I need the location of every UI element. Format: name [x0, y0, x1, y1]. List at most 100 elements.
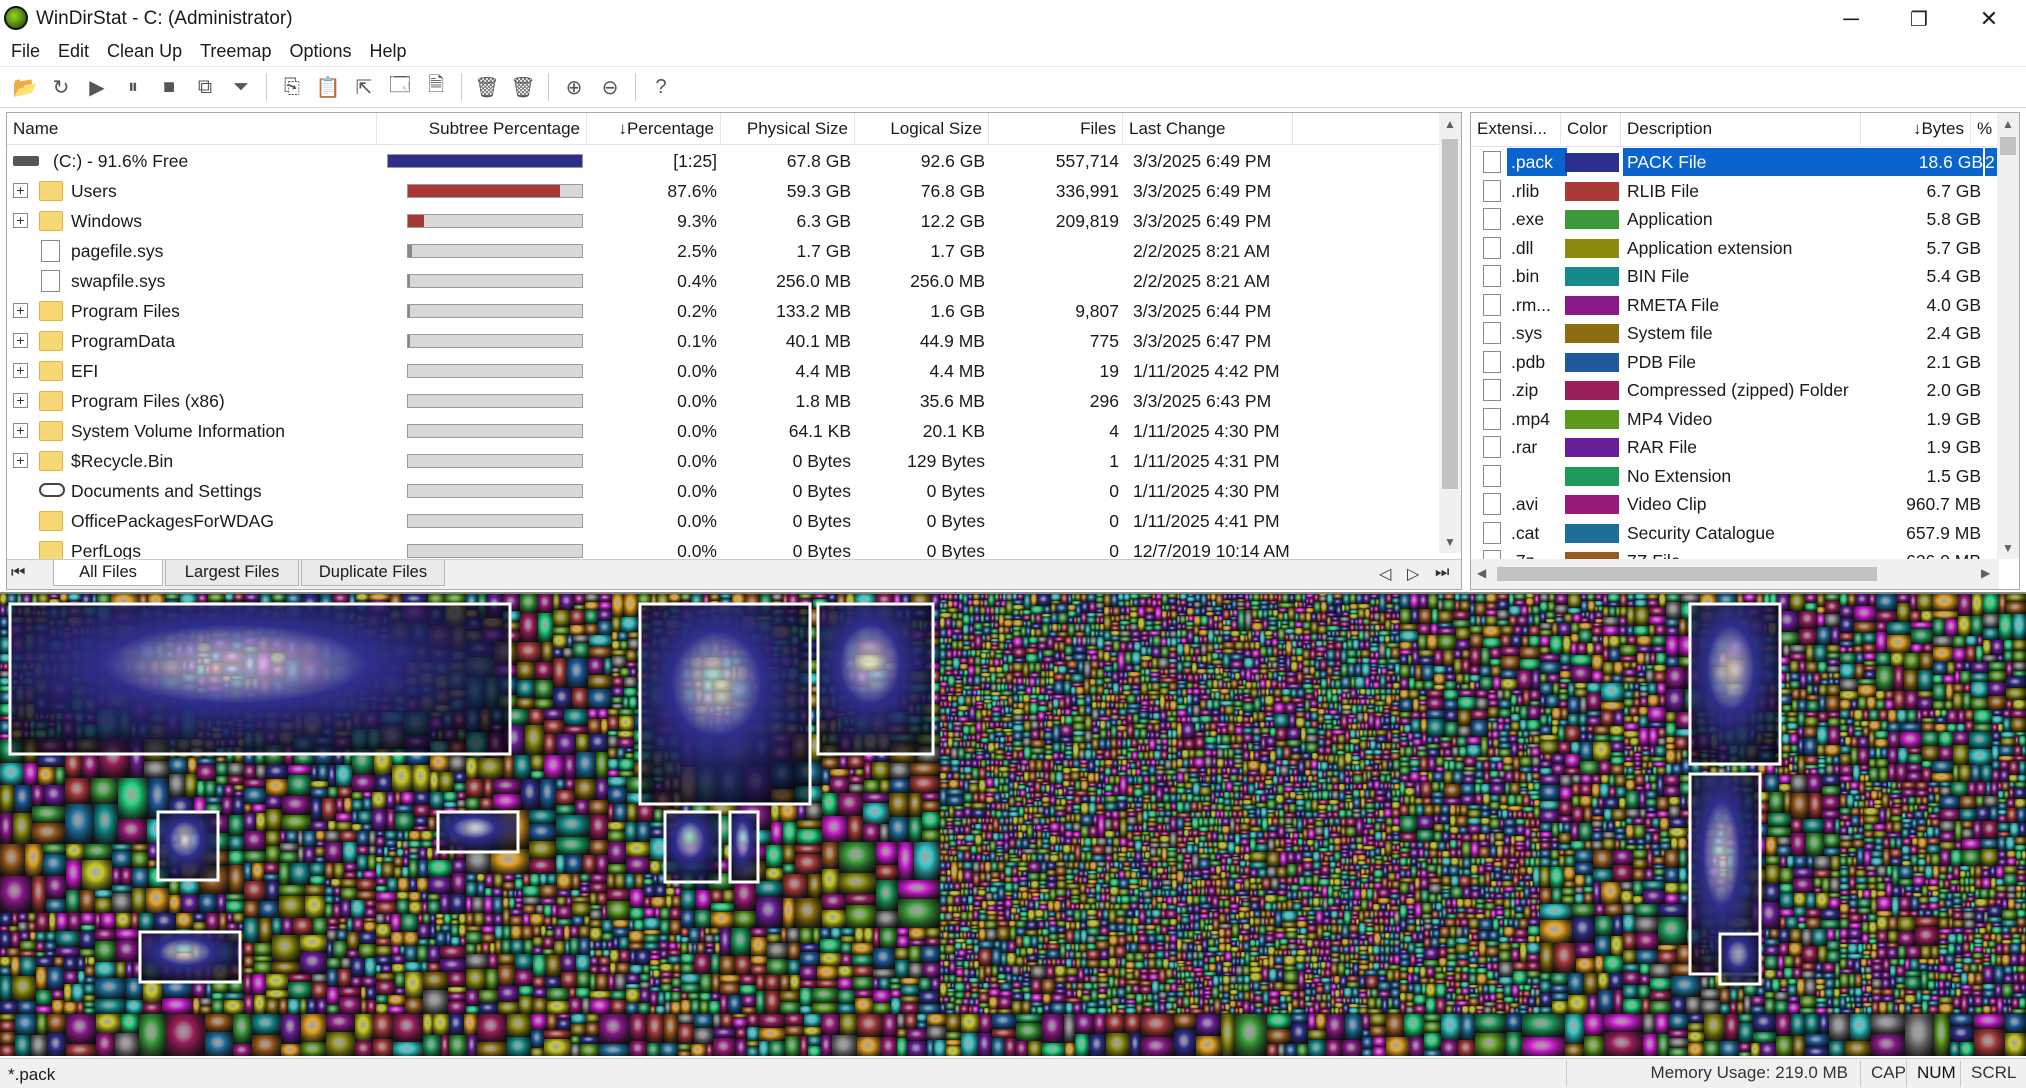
treemap-tile[interactable]	[1278, 644, 1283, 650]
treemap-tile[interactable]	[1018, 703, 1024, 709]
treemap-tile[interactable]	[1050, 889, 1056, 901]
treemap-tile[interactable]	[1113, 847, 1118, 853]
treemap-tile[interactable]	[948, 722, 953, 732]
treemap-tile[interactable]	[1017, 594, 1024, 600]
treemap-tile[interactable]	[960, 1005, 969, 1014]
treemap-tile[interactable]	[1031, 994, 1043, 1002]
treemap-tile[interactable]	[909, 928, 926, 940]
treemap-tile[interactable]	[960, 664, 968, 670]
treemap-tile[interactable]	[1115, 616, 1120, 622]
treemap-tile[interactable]	[386, 792, 395, 809]
treemap-tile[interactable]	[971, 650, 976, 657]
treemap-tile[interactable]	[517, 890, 523, 898]
treemap-tile[interactable]	[1073, 823, 1081, 832]
treemap-tile[interactable]	[310, 876, 325, 885]
treemap-tile[interactable]	[401, 792, 414, 805]
treemap-tile[interactable]	[618, 632, 628, 641]
treemap-tile[interactable]	[286, 831, 298, 843]
treemap-tile[interactable]	[334, 896, 341, 904]
treemap-tile[interactable]	[466, 874, 477, 882]
treemap-tile[interactable]	[1148, 935, 1156, 944]
treemap-tile[interactable]	[1055, 983, 1066, 989]
treemap-tile[interactable]	[1160, 675, 1169, 678]
treemap-tile[interactable]	[1040, 873, 1047, 881]
treemap-tile[interactable]	[1055, 966, 1066, 977]
treemap-tile[interactable]	[244, 594, 260, 602]
treemap-tile[interactable]	[976, 733, 981, 743]
treemap-tile[interactable]	[1111, 709, 1119, 715]
treemap-tile[interactable]	[960, 774, 965, 780]
treemap-tile[interactable]	[1199, 626, 1208, 630]
treemap-tile[interactable]	[1281, 621, 1289, 625]
treemap-tile[interactable]	[1172, 775, 1177, 781]
treemap-tile[interactable]	[1016, 936, 1023, 948]
treemap-tile[interactable]	[1092, 721, 1097, 727]
treemap-tile[interactable]	[363, 798, 372, 811]
treemap-tile[interactable]	[1203, 776, 1205, 783]
treemap-tile[interactable]	[1379, 643, 1386, 659]
extension-row[interactable]: .rlib RLIB File 6.7 GB	[1471, 177, 1999, 206]
treemap-tile[interactable]	[677, 943, 681, 950]
treemap-tile[interactable]	[1130, 594, 1139, 599]
treemap-tile[interactable]	[986, 772, 991, 778]
treemap-tile[interactable]	[1278, 650, 1283, 656]
treemap-tile[interactable]	[1092, 838, 1097, 846]
treemap-tile[interactable]	[1005, 736, 1008, 743]
treemap-tile[interactable]	[710, 928, 720, 935]
treemap-tile[interactable]	[1237, 599, 1245, 602]
treemap-tile[interactable]	[1223, 649, 1235, 654]
treemap-tile[interactable]	[376, 956, 392, 965]
treemap-tile[interactable]	[822, 816, 848, 842]
treemap-tile[interactable]	[1110, 868, 1119, 873]
treemap-tile[interactable]	[672, 978, 681, 988]
treemap-tile[interactable]	[1082, 990, 1091, 995]
treemap-tile[interactable]	[965, 748, 976, 753]
treemap-tile[interactable]	[1066, 922, 1070, 930]
treemap-tile[interactable]	[1095, 773, 1099, 783]
treemap-tile[interactable]	[1143, 822, 1147, 832]
treemap-tile[interactable]	[1028, 873, 1040, 881]
treemap-tile[interactable]	[964, 670, 968, 676]
treemap-tile[interactable]	[966, 950, 974, 954]
treemap-tile[interactable]	[1081, 930, 1087, 944]
treemap-tile[interactable]	[1075, 814, 1081, 823]
treemap-tile[interactable]	[910, 763, 940, 776]
treemap-tile[interactable]	[340, 831, 357, 842]
treemap-tile[interactable]	[1183, 662, 1192, 668]
treemap-tile[interactable]	[855, 928, 864, 943]
treemap-tile[interactable]	[1192, 656, 1197, 663]
treemap-tile[interactable]	[1150, 832, 1154, 838]
treemap-tile[interactable]	[956, 620, 963, 629]
treemap-tile[interactable]	[1363, 619, 1370, 625]
treemap-tile[interactable]	[644, 885, 655, 897]
treemap-tile[interactable]	[1380, 625, 1385, 631]
treemap-tile[interactable]	[1127, 803, 1131, 809]
treemap-tile[interactable]	[967, 921, 971, 927]
treemap-tile[interactable]	[1061, 652, 1065, 661]
treemap-tile[interactable]	[197, 765, 216, 781]
treemap-tile[interactable]	[1186, 616, 1188, 622]
treemap-tile[interactable]	[838, 978, 853, 990]
treemap-tile[interactable]	[979, 949, 992, 966]
treemap-tile[interactable]	[423, 914, 430, 924]
treemap-tile[interactable]	[1117, 726, 1127, 731]
treemap-tile[interactable]	[1066, 800, 1074, 805]
treemap-tile[interactable]	[971, 993, 979, 999]
treemap-tile[interactable]	[589, 635, 612, 647]
treemap-tile[interactable]	[608, 759, 619, 770]
treemap-tile[interactable]	[1080, 624, 1085, 632]
treemap-tile[interactable]	[1134, 969, 1140, 980]
treemap-tile[interactable]	[982, 832, 986, 841]
treemap-tile[interactable]	[607, 889, 630, 901]
treemap-tile[interactable]	[970, 726, 976, 735]
treemap-tile[interactable]	[1187, 608, 1194, 616]
treemap-tile[interactable]	[1038, 944, 1043, 950]
treemap-tile[interactable]	[813, 928, 820, 944]
treemap-tile[interactable]	[1051, 604, 1056, 613]
treemap-tile[interactable]	[1066, 862, 1068, 869]
treemap-tile[interactable]	[1191, 802, 1198, 812]
treemap-tile[interactable]	[1000, 737, 1005, 743]
tab-all-files[interactable]: All Files	[53, 560, 163, 586]
treemap-tile[interactable]	[1038, 807, 1044, 814]
treemap-tile[interactable]	[1231, 620, 1238, 631]
